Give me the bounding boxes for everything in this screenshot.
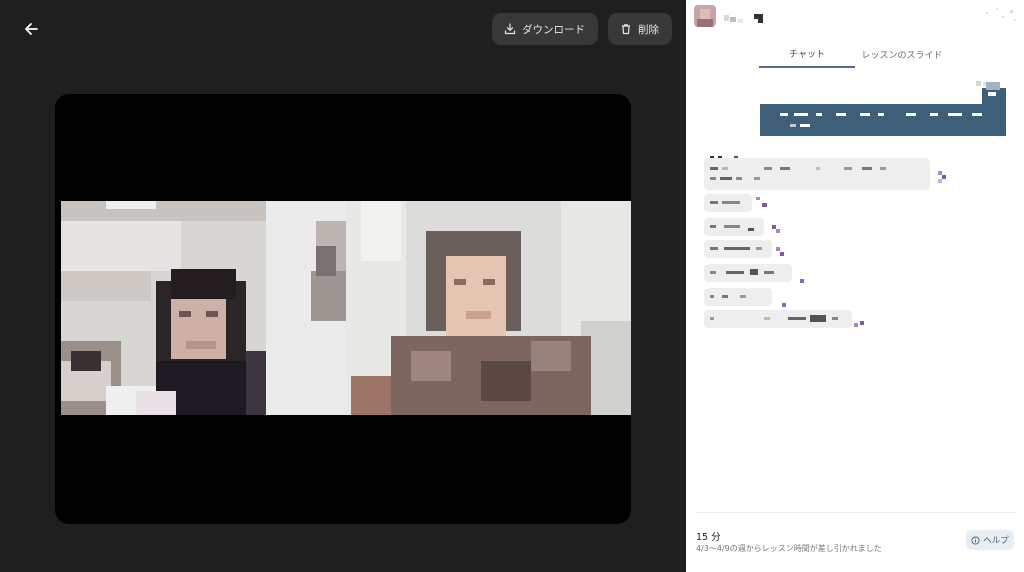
received-message <box>704 240 772 258</box>
chat-messages <box>686 68 1024 508</box>
download-button[interactable]: ダウンロード <box>492 13 598 45</box>
video-feed <box>61 201 631 415</box>
help-button[interactable]: ヘルプ <box>966 530 1014 550</box>
trash-icon <box>622 24 630 35</box>
footer-divider <box>696 512 1016 513</box>
deduction-note: 4/3〜4/9の週からレッスン時間が差し引かれました <box>696 544 882 553</box>
reaction <box>756 196 770 215</box>
back-button[interactable] <box>18 16 44 42</box>
reaction <box>854 316 866 335</box>
download-icon <box>504 23 516 35</box>
panel-tabs: チャット レッスンのスライド <box>759 40 949 68</box>
tutor-name <box>724 10 764 29</box>
reaction <box>772 220 784 239</box>
tab-lesson-slides[interactable]: レッスンのスライド <box>855 40 949 68</box>
reaction <box>800 270 806 289</box>
avatar[interactable] <box>694 5 716 27</box>
help-label: ヘルプ <box>983 536 1009 546</box>
video-frame[interactable] <box>55 94 631 524</box>
received-message <box>704 310 852 328</box>
received-message <box>704 194 752 212</box>
delete-button[interactable]: 削除 <box>608 13 672 45</box>
video-player-area: ダウンロード 削除 <box>0 0 686 572</box>
received-message <box>704 264 792 282</box>
reaction <box>776 244 788 263</box>
side-panel: チャット レッスンのスライド 15 分 4/3〜4/9の週からレッスン時間が差し… <box>686 0 1024 572</box>
received-message <box>704 158 930 190</box>
top-actions: ダウンロード 削除 <box>492 13 672 45</box>
tab-chat[interactable]: チャット <box>759 40 855 68</box>
reaction <box>938 168 950 187</box>
sent-message <box>760 80 1008 142</box>
info-circle-icon <box>971 535 980 545</box>
arrow-left-icon <box>25 23 38 35</box>
lesson-duration: 15 分 <box>696 532 721 543</box>
lesson-recording-viewer: ダウンロード 削除 チャット レッスンのスライド 15 分 4/3〜4/9の週か… <box>0 0 1024 572</box>
download-label: ダウンロード <box>522 23 585 36</box>
received-message <box>704 218 764 236</box>
delete-label: 削除 <box>638 23 659 36</box>
header-status <box>984 6 1018 30</box>
received-message <box>704 288 772 306</box>
panel-header <box>686 0 1024 36</box>
